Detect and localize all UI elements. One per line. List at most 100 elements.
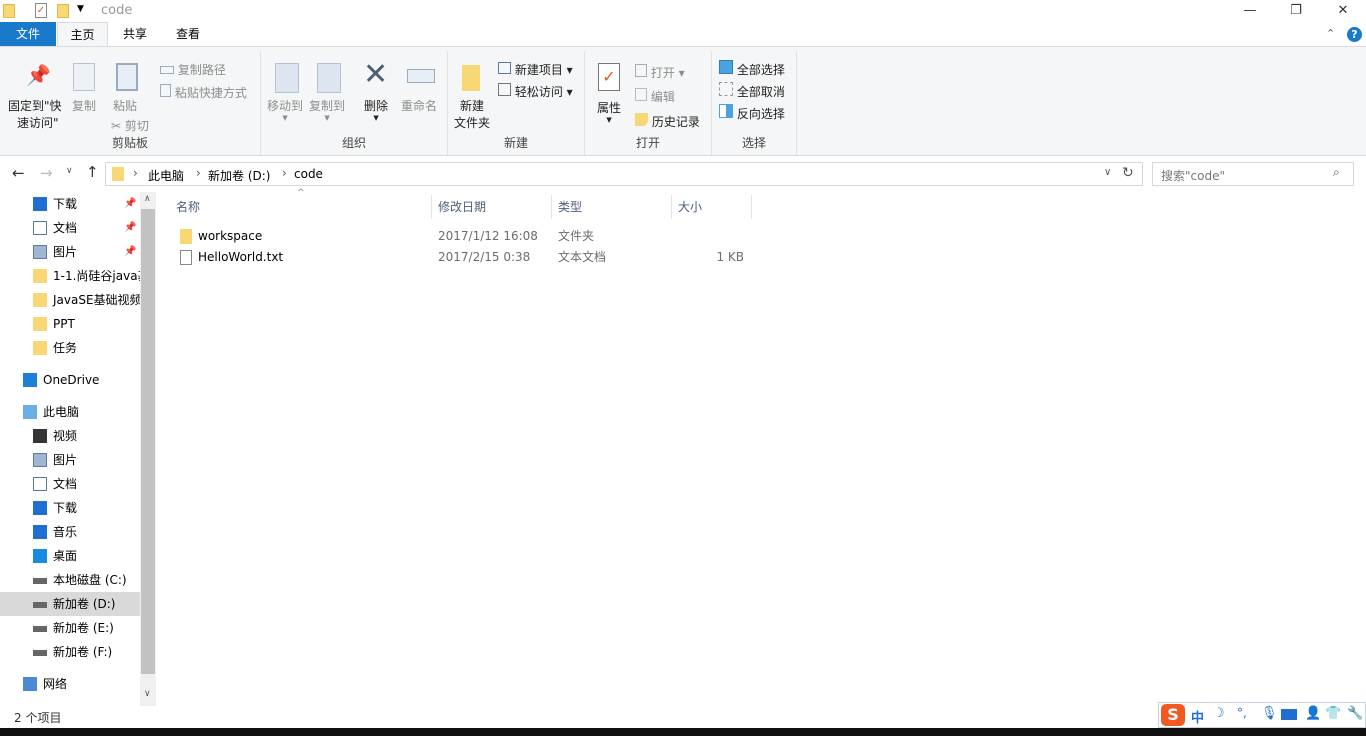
pin-icon[interactable]: 📌 bbox=[124, 240, 136, 264]
paste-shortcut-button[interactable]: 粘贴快捷方式 bbox=[160, 84, 247, 101]
breadcrumb-code[interactable]: code bbox=[294, 167, 323, 181]
select-none-button[interactable]: 全部取消 bbox=[719, 82, 785, 100]
drive-icon bbox=[33, 626, 47, 632]
pin-icon[interactable]: 📌 bbox=[124, 192, 136, 216]
up-button[interactable]: ↑ bbox=[86, 163, 99, 181]
tab-home[interactable]: 主页 bbox=[57, 22, 108, 47]
nav-item[interactable]: 桌面 bbox=[0, 544, 140, 568]
half-width-moon-icon[interactable]: ☽ bbox=[1213, 706, 1225, 721]
nav-item[interactable]: 网络 bbox=[0, 672, 140, 696]
new-folder-button[interactable]: 新建 文件夹 bbox=[454, 97, 490, 131]
nav-scrollbar[interactable]: ∧ ∨ bbox=[140, 192, 156, 706]
nav-item[interactable]: PPT bbox=[0, 312, 140, 336]
delete-button[interactable]: 删除 ▼ bbox=[364, 97, 388, 122]
search-icon[interactable]: ⌕ bbox=[1333, 165, 1340, 180]
breadcrumb-this-pc[interactable]: 此电脑 bbox=[148, 167, 184, 184]
address-dropdown-icon[interactable]: ∨ bbox=[1104, 167, 1111, 178]
ime-language-toggle[interactable]: 中 bbox=[1191, 707, 1204, 726]
column-size[interactable]: 大小 bbox=[672, 195, 752, 219]
user-icon[interactable]: 👤 bbox=[1305, 706, 1321, 721]
video-icon bbox=[33, 429, 47, 443]
nav-item[interactable]: 新加卷 (F:) bbox=[0, 640, 140, 664]
customize-quick-access-icon[interactable]: ▼ bbox=[77, 4, 84, 14]
pin-icon[interactable]: 📌 bbox=[124, 216, 136, 240]
paste-button[interactable]: 粘贴 bbox=[113, 97, 137, 114]
easy-access-label: 轻松访问 bbox=[514, 85, 563, 99]
forward-button[interactable]: → bbox=[40, 164, 53, 182]
refresh-icon[interactable]: ↻ bbox=[1122, 165, 1134, 181]
keyboard-icon[interactable] bbox=[1281, 709, 1297, 720]
nav-item[interactable]: 图片 bbox=[0, 448, 140, 472]
nav-item[interactable]: 下载 📌 bbox=[0, 192, 140, 216]
nav-item[interactable]: 下载 bbox=[0, 496, 140, 520]
nav-item[interactable]: JavaSE基础视频 bbox=[0, 288, 140, 312]
group-open: ✓ 属性 ▼ 打开 ▾ 编辑 历史记录 打开 bbox=[585, 51, 712, 155]
nav-item[interactable]: 图片 📌 bbox=[0, 240, 140, 264]
file-row[interactable]: HelloWorld.txt 2017/2/15 0:38 文本文档 1 KB bbox=[170, 247, 752, 268]
help-icon[interactable]: ? bbox=[1347, 27, 1362, 42]
network-icon bbox=[23, 677, 37, 691]
tab-share[interactable]: 共享 bbox=[110, 22, 160, 46]
column-name[interactable]: 名称 bbox=[170, 195, 432, 219]
wrench-icon[interactable]: 🔧 bbox=[1347, 706, 1363, 721]
nav-item[interactable]: 本地磁盘 (C:) bbox=[0, 568, 140, 592]
nav-item[interactable]: 任务 bbox=[0, 336, 140, 360]
tab-view[interactable]: 查看 bbox=[163, 22, 213, 46]
copy-path-button[interactable]: 复制路径 bbox=[160, 61, 226, 78]
breadcrumb-drive-d[interactable]: 新加卷 (D:) bbox=[208, 167, 270, 184]
close-button[interactable]: ✕ bbox=[1320, 0, 1366, 22]
restore-button[interactable]: ❐ bbox=[1273, 0, 1319, 22]
nav-item-label: 图片 bbox=[53, 453, 78, 467]
pin-quick-access-button[interactable]: 固定到"快 速访问" bbox=[8, 97, 62, 131]
history-label: 历史记录 bbox=[651, 115, 700, 129]
move-to-button[interactable]: 移动到 ▼ bbox=[267, 97, 303, 122]
nav-item[interactable]: 文档 bbox=[0, 472, 140, 496]
properties-quick-icon[interactable]: ✓ bbox=[35, 3, 47, 18]
nav-item[interactable]: 音乐 bbox=[0, 520, 140, 544]
nav-item[interactable]: 此电脑 bbox=[0, 400, 140, 424]
recent-locations-button[interactable]: ∨ bbox=[66, 166, 73, 176]
back-button[interactable]: ← bbox=[12, 164, 25, 182]
document-icon bbox=[33, 477, 47, 491]
properties-button[interactable]: 属性 ▼ bbox=[597, 99, 621, 124]
drive-icon bbox=[33, 578, 47, 584]
address-bar[interactable]: › 此电脑 › 新加卷 (D:) › code ∨ ↻ bbox=[105, 162, 1143, 186]
scroll-thumb[interactable] bbox=[141, 209, 155, 674]
easy-access-button[interactable]: 轻松访问 ▾ bbox=[498, 83, 573, 100]
nav-item[interactable]: 1-1.尚硅谷java基 bbox=[0, 264, 140, 288]
invert-selection-button[interactable]: 反向选择 bbox=[719, 104, 785, 122]
new-item-button[interactable]: 新建项目 ▾ bbox=[498, 61, 573, 78]
scroll-up-icon[interactable]: ∧ bbox=[144, 194, 151, 204]
scroll-down-icon[interactable]: ∨ bbox=[144, 689, 151, 699]
cut-button[interactable]: ✂ 剪切 bbox=[111, 117, 149, 134]
rename-button[interactable]: 重命名 bbox=[401, 97, 437, 114]
collapse-ribbon-icon[interactable]: ⌃ bbox=[1326, 27, 1335, 40]
tab-file[interactable]: 文件 bbox=[0, 22, 56, 46]
new-folder-quick-icon[interactable] bbox=[57, 4, 69, 18]
column-date[interactable]: 修改日期 bbox=[432, 195, 552, 219]
nav-item[interactable]: 新加卷 (E:) bbox=[0, 616, 140, 640]
file-type: 文本文档 bbox=[558, 250, 607, 264]
nav-item[interactable]: OneDrive bbox=[0, 368, 140, 392]
nav-item[interactable]: 新加卷 (D:) bbox=[0, 592, 140, 616]
nav-item-label: 此电脑 bbox=[43, 405, 80, 419]
microphone-icon[interactable]: 🎙 bbox=[1261, 706, 1278, 721]
nav-item-label: 本地磁盘 (C:) bbox=[53, 573, 127, 587]
minimize-button[interactable]: — bbox=[1227, 0, 1273, 22]
search-box[interactable]: 搜索"code" ⌕ bbox=[1152, 162, 1354, 186]
history-button[interactable]: 历史记录 bbox=[635, 113, 700, 130]
select-all-button[interactable]: 全部选择 bbox=[719, 60, 785, 78]
copy-to-button[interactable]: 复制到 ▼ bbox=[309, 97, 345, 122]
punctuation-icon[interactable]: °, bbox=[1237, 706, 1247, 720]
pin-label-2: 速访问" bbox=[17, 116, 59, 130]
open-button[interactable]: 打开 ▾ bbox=[635, 64, 685, 81]
breadcrumb-separator: › bbox=[196, 166, 201, 180]
nav-item[interactable]: 视频 bbox=[0, 424, 140, 448]
sogou-logo[interactable]: S bbox=[1161, 704, 1185, 726]
edit-button[interactable]: 编辑 bbox=[635, 88, 675, 105]
nav-item[interactable]: 文档 📌 bbox=[0, 216, 140, 240]
skin-shirt-icon[interactable]: 👕 bbox=[1325, 706, 1341, 721]
file-row[interactable]: workspace 2017/1/12 16:08 文件夹 bbox=[170, 226, 752, 247]
copy-button[interactable]: 复制 bbox=[72, 97, 96, 114]
column-type[interactable]: 类型 bbox=[552, 195, 672, 219]
